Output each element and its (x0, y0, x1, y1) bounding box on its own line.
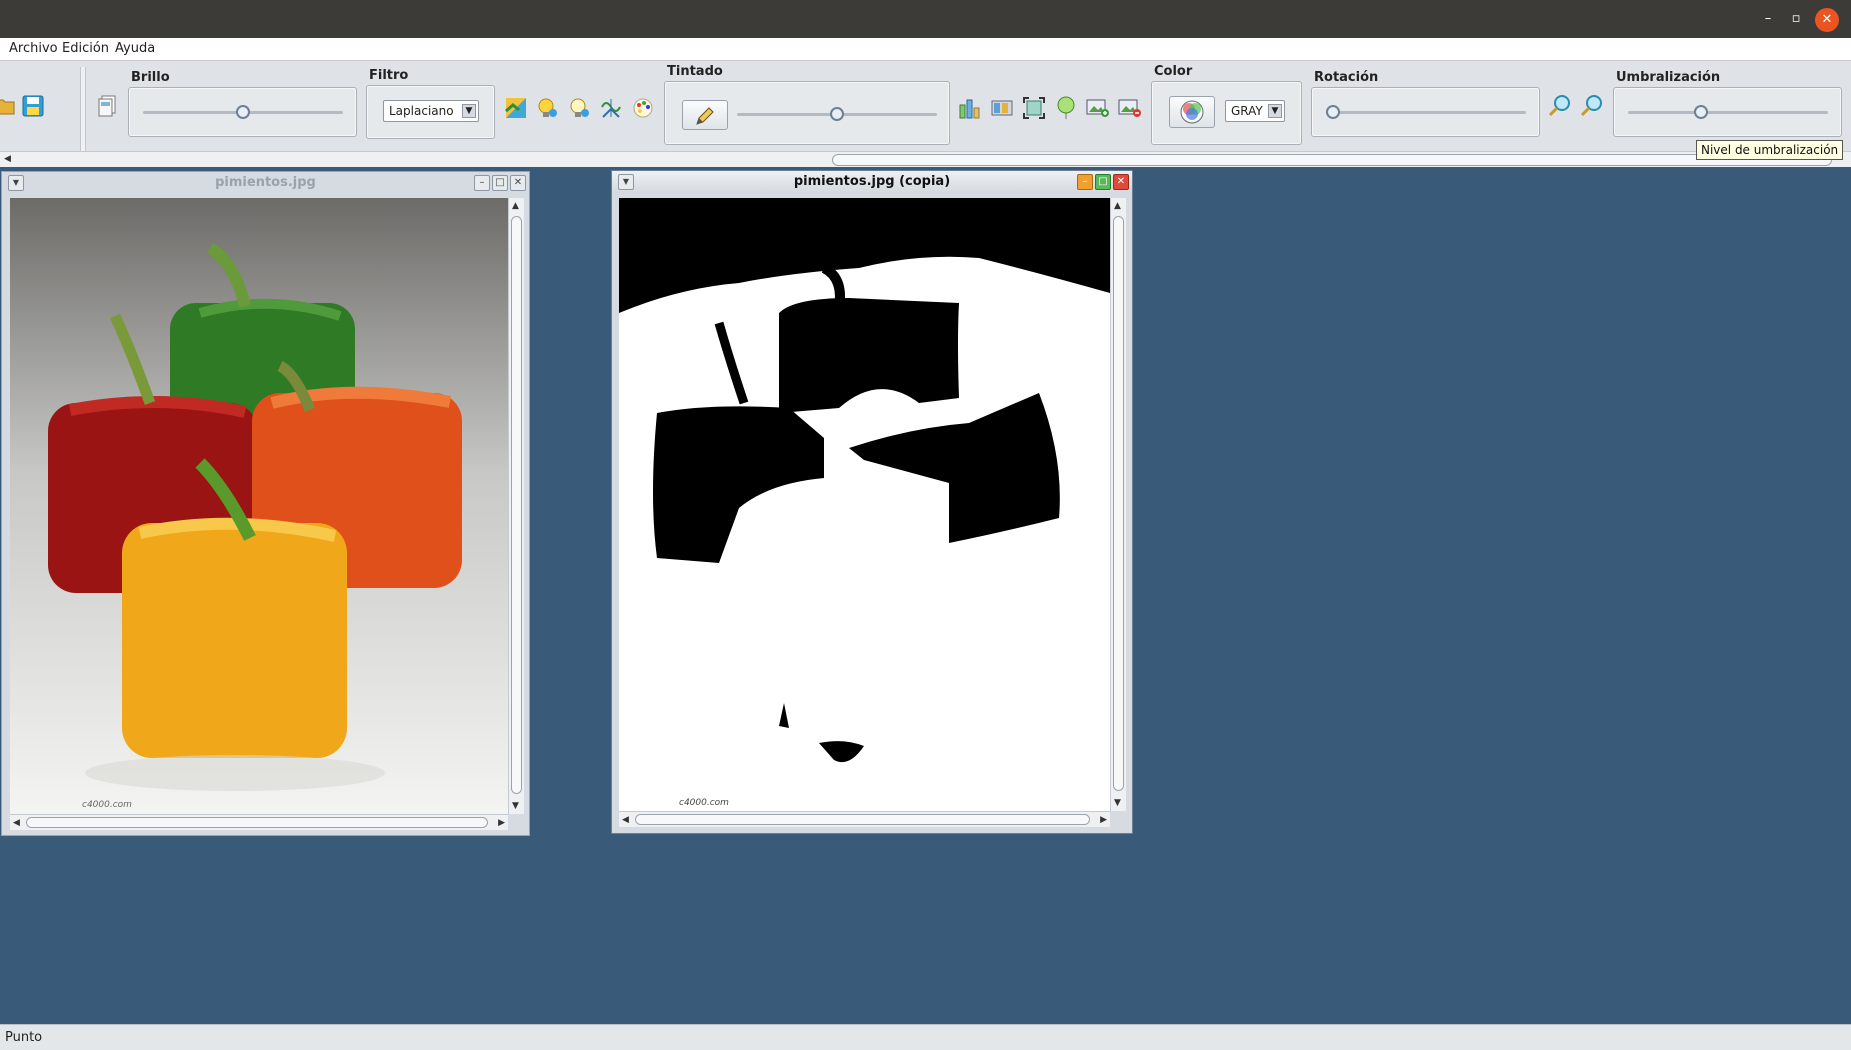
minimize-icon[interactable]: – (1759, 10, 1777, 28)
umbralizacion-label: Umbralización (1616, 70, 1721, 85)
rotacion-slider-knob[interactable] (1326, 105, 1340, 119)
image-canvas[interactable]: c4000.com (10, 198, 508, 814)
tintado-label: Tintado (667, 64, 723, 79)
horizontal-scroll-thumb[interactable] (26, 817, 488, 828)
light-bulb-dim-icon[interactable] (566, 95, 592, 121)
filtro-group: Laplaciano ▼ (366, 85, 495, 139)
color-combo-value: GRAY (1231, 104, 1263, 118)
window-minimize-icon[interactable]: – (474, 175, 490, 191)
filtro-combo[interactable]: Laplaciano ▼ (383, 100, 479, 122)
scroll-down-arrow-icon[interactable]: ▼ (1114, 797, 1121, 809)
window-minimize-icon[interactable]: – (1077, 174, 1093, 190)
histogram-icon[interactable] (957, 95, 983, 121)
close-icon[interactable]: ✕ (1815, 8, 1839, 32)
menu-edicion[interactable]: Edición (62, 41, 109, 56)
image-remove-icon[interactable] (1117, 95, 1143, 121)
brillo-label: Brillo (131, 70, 170, 85)
menubar: Archivo Edición Ayuda (0, 38, 1851, 61)
zoom-in-icon[interactable] (1547, 93, 1573, 119)
color-space-button[interactable] (1169, 96, 1215, 128)
thresholded-image (619, 198, 1110, 811)
sine-wave-icon[interactable] (598, 95, 624, 121)
scroll-right-arrow-icon[interactable]: ▶ (1100, 814, 1107, 826)
rotacion-slider[interactable] (1326, 104, 1526, 120)
window-close-icon[interactable]: ✕ (1113, 174, 1129, 190)
toolbar-scroll-thumb[interactable] (832, 154, 1832, 166)
vertical-scrollbar[interactable]: ▲ ▼ (1110, 198, 1126, 811)
image-watermark: c4000.com (679, 798, 729, 808)
tint-color-button[interactable] (682, 100, 728, 130)
rotacion-slider-track (1326, 111, 1526, 114)
tintado-slider[interactable] (737, 106, 937, 122)
window-close-icon[interactable]: ✕ (510, 175, 526, 191)
peppers-image (10, 198, 508, 814)
sepia-icon[interactable] (503, 95, 529, 121)
umbralizacion-tooltip: Nivel de umbralización (1696, 140, 1844, 160)
horizontal-scrollbar[interactable]: ◀ ▶ (10, 814, 508, 830)
scroll-left-arrow-icon[interactable]: ◀ (622, 814, 629, 826)
horizontal-scrollbar[interactable]: ◀ ▶ (619, 811, 1110, 827)
umbralizacion-slider[interactable] (1628, 104, 1828, 120)
pencil-icon (696, 107, 714, 125)
image-window-copy[interactable]: pimientos.jpg (copia) ▼ – □ ✕ c4000.com … (611, 170, 1133, 834)
chevron-down-icon[interactable]: ▼ (462, 104, 476, 118)
tintado-group (664, 81, 950, 145)
window-maximize-icon[interactable]: □ (492, 175, 508, 191)
chevron-down-icon[interactable]: ▼ (1268, 104, 1282, 118)
toolbar-grip[interactable] (80, 67, 86, 153)
color-wheel-icon (1180, 100, 1204, 124)
brillo-group (128, 87, 357, 137)
color-combo[interactable]: GRAY ▼ (1225, 100, 1285, 122)
maximize-icon[interactable]: ▫ (1787, 10, 1805, 28)
bands-icon[interactable] (989, 95, 1015, 121)
vertical-scroll-thumb[interactable] (511, 216, 522, 794)
tintado-slider-knob[interactable] (830, 107, 844, 121)
scroll-up-arrow-icon[interactable]: ▲ (512, 200, 519, 212)
vertical-scrollbar[interactable]: ▲ ▼ (508, 198, 524, 814)
window-title: pimientos.jpg (copia) (612, 171, 1132, 193)
horizontal-scroll-thumb[interactable] (635, 814, 1090, 825)
umbralizacion-group (1613, 87, 1842, 137)
menu-archivo[interactable]: Archivo (9, 41, 58, 56)
rotacion-group (1311, 87, 1540, 137)
os-titlebar: – ▫ ✕ (0, 0, 1851, 38)
brillo-slider-knob[interactable] (236, 105, 250, 119)
image-canvas[interactable]: c4000.com (619, 198, 1110, 811)
duplicate-icon[interactable] (94, 93, 120, 119)
statusbar: Punto (0, 1024, 1851, 1050)
fullscreen-icon[interactable] (1021, 95, 1047, 121)
light-bulb-icon[interactable] (534, 95, 560, 121)
toolbar: Brillo Filtro Laplaciano ▼ Tintado Color… (0, 61, 1851, 153)
scroll-right-arrow-icon[interactable]: ▶ (498, 817, 505, 829)
image-watermark: c4000.com (82, 800, 132, 810)
image-add-icon[interactable] (1085, 95, 1111, 121)
vertical-scroll-thumb[interactable] (1113, 216, 1124, 791)
scroll-left-arrow-icon[interactable]: ◀ (13, 817, 20, 829)
filtro-label: Filtro (369, 68, 409, 83)
open-icon[interactable] (0, 93, 18, 119)
status-text: Punto (5, 1030, 43, 1045)
scroll-down-arrow-icon[interactable]: ▼ (512, 800, 519, 812)
window-menu-icon[interactable]: ▼ (618, 174, 634, 190)
palette-icon[interactable] (630, 95, 656, 121)
menu-ayuda[interactable]: Ayuda (115, 41, 155, 56)
toolbar-horizontal-scrollbar[interactable]: ◀ (0, 151, 1851, 167)
scroll-left-arrow-icon[interactable]: ◀ (4, 153, 11, 165)
window-title: pimientos.jpg (215, 175, 316, 190)
color-group: GRAY ▼ (1151, 81, 1302, 145)
umbralizacion-slider-knob[interactable] (1694, 105, 1708, 119)
zoom-out-icon[interactable] (1579, 93, 1605, 119)
image-window-original[interactable]: pimientos.jpg ▼ – □ ✕ c4000.com ▲ ▼ ◀ ▶ (1, 171, 530, 836)
filtro-combo-value: Laplaciano (389, 104, 454, 118)
color-label: Color (1154, 64, 1193, 79)
umbralizacion-slider-track (1628, 111, 1828, 114)
brillo-slider[interactable] (143, 104, 343, 120)
window-menu-icon[interactable]: ▼ (8, 175, 24, 191)
window-maximize-icon[interactable]: □ (1095, 174, 1111, 190)
scroll-up-arrow-icon[interactable]: ▲ (1114, 200, 1121, 212)
rotacion-label: Rotación (1314, 70, 1379, 85)
balloon-icon[interactable] (1053, 95, 1079, 121)
save-icon[interactable] (20, 93, 46, 119)
